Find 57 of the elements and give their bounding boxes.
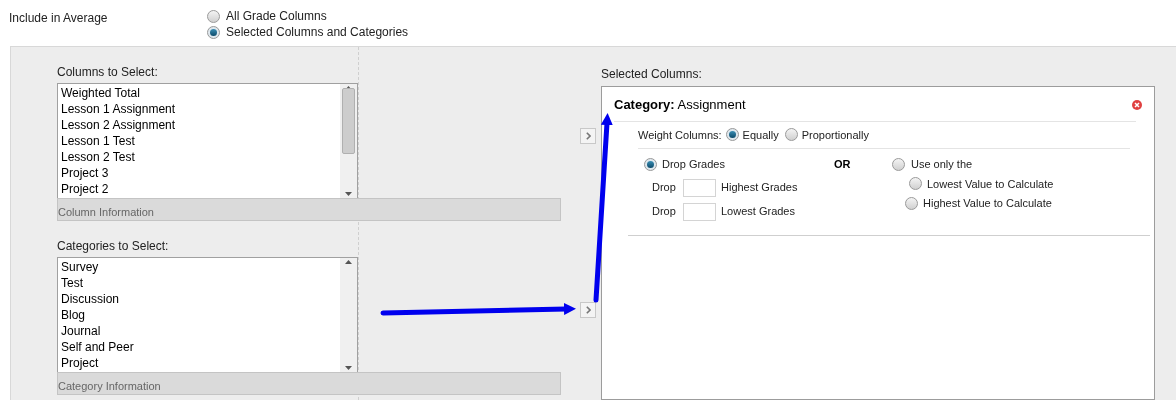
list-item[interactable]: Test xyxy=(61,275,340,291)
radio-button[interactable] xyxy=(644,157,657,171)
category-title: Category: Assignment xyxy=(614,96,746,114)
field-label: Drop xyxy=(652,204,677,220)
list-item[interactable]: Lesson 1 Assignment xyxy=(61,101,340,117)
list-item[interactable]: Survey xyxy=(61,259,340,275)
scroll-up-icon[interactable] xyxy=(345,260,352,264)
list-item[interactable]: Lesson 2 Assignment xyxy=(61,117,340,133)
radio-label: All Grade Columns xyxy=(226,9,327,24)
list-item[interactable]: Journal xyxy=(61,323,340,339)
list-box[interactable]: Weighted Total Lesson 1 Assignment Lesson 2 Assignment Lesson 1 Test Lesson 2 Test Project 3 Project 2 xyxy=(57,83,358,199)
list-item[interactable]: Lesson 2 Test xyxy=(61,149,340,165)
scrollbar[interactable] xyxy=(340,258,357,372)
list-label: Categories to Select: xyxy=(57,239,170,254)
radio-label: Use only the xyxy=(911,157,973,172)
info-text: Column Information xyxy=(58,206,154,218)
list-item[interactable]: Self and Peer xyxy=(61,339,340,355)
input-field[interactable] xyxy=(683,178,716,197)
list-label: Selected Columns: xyxy=(601,67,703,82)
radio-label: Selected Columns and Categories xyxy=(226,25,409,40)
field-label: Include in Average xyxy=(9,10,109,27)
radio-button[interactable] xyxy=(207,26,220,39)
radio-label: Drop Grades xyxy=(662,157,725,172)
list-item[interactable]: Blog xyxy=(61,307,340,323)
list-item[interactable]: Project 3 xyxy=(61,165,340,181)
field-label: Highest Grades xyxy=(721,180,798,196)
input-field[interactable] xyxy=(683,202,716,221)
radio-button[interactable] xyxy=(725,128,739,142)
scroll-down-icon[interactable] xyxy=(345,366,352,370)
list-item[interactable]: Lesson 1 Test xyxy=(61,133,340,149)
chevron-right-icon xyxy=(585,132,591,140)
move-right-button[interactable] xyxy=(580,302,596,318)
list-item[interactable]: Project xyxy=(61,355,340,371)
list-item[interactable]: Weighted Total xyxy=(61,85,340,101)
scrollbar[interactable] xyxy=(340,84,357,198)
info-text: Category Information xyxy=(58,380,161,392)
radio-button[interactable] xyxy=(905,196,918,210)
radio-label: Equally xyxy=(742,127,779,143)
radio-button[interactable] xyxy=(892,157,905,171)
radio-label: Proportionally xyxy=(801,127,869,143)
scroll-down-icon[interactable] xyxy=(345,192,352,196)
radio-button[interactable] xyxy=(909,177,922,191)
move-right-button[interactable] xyxy=(580,128,596,144)
or-label: OR xyxy=(834,157,852,172)
list-box[interactable]: Survey Test Discussion Blog Journal Self and Peer Project xyxy=(57,257,358,373)
field-label: Weight Columns: xyxy=(638,127,722,143)
radio-label: Highest Value to Calculate xyxy=(923,196,1052,211)
list-item[interactable]: Project 2 xyxy=(61,181,340,197)
radio-label: Lowest Value to Calculate xyxy=(927,176,1054,192)
radio-button[interactable] xyxy=(784,128,798,142)
list-item[interactable]: Discussion xyxy=(61,291,340,307)
list-label: Columns to Select: xyxy=(57,65,159,80)
radio-button[interactable] xyxy=(207,10,220,23)
chevron-right-icon xyxy=(585,306,591,314)
field-label: Lowest Grades xyxy=(721,204,795,220)
field-label: Drop xyxy=(652,180,677,196)
close-icon[interactable] xyxy=(1132,99,1142,110)
